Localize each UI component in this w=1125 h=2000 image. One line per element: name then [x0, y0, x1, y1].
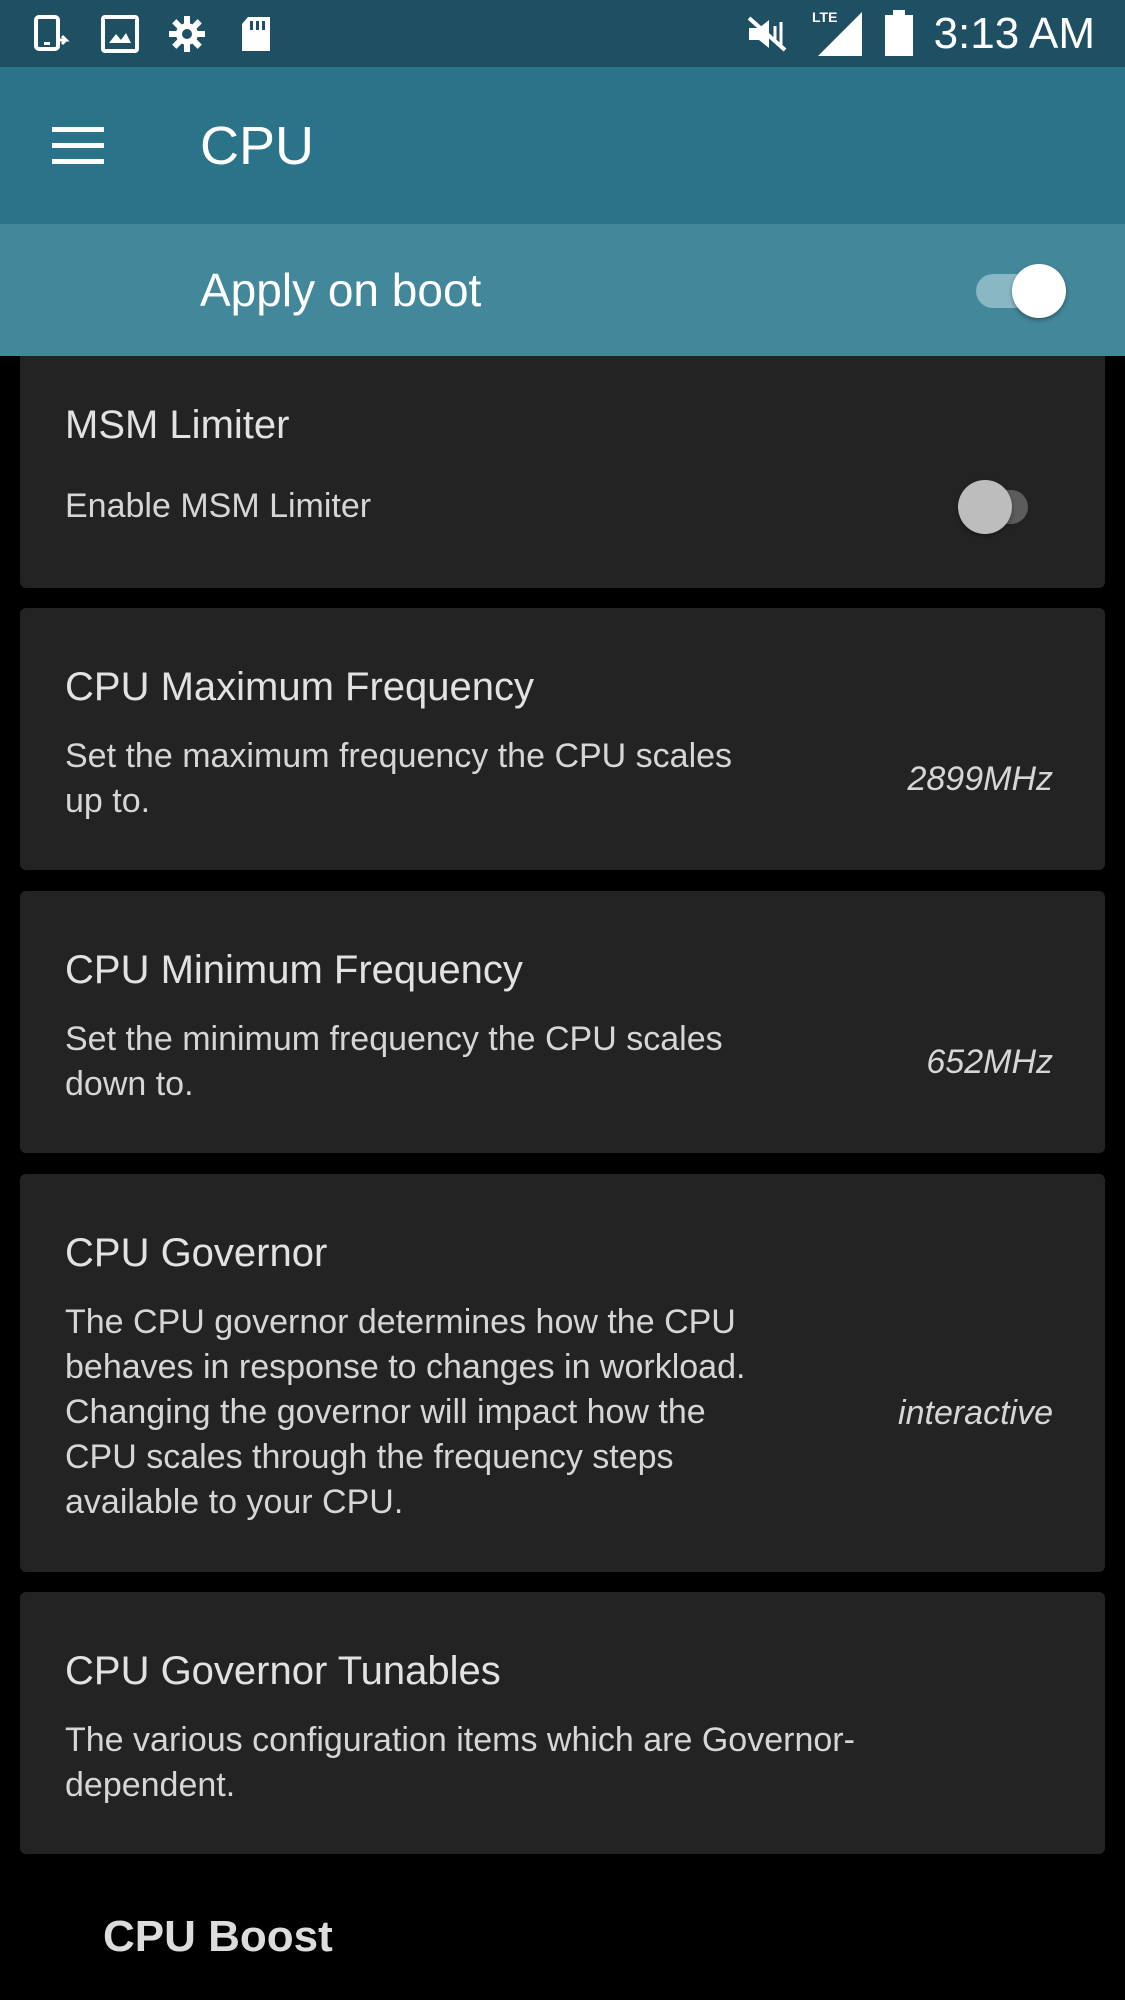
cpu-governor-tunables-title: CPU Governor Tunables — [65, 1649, 501, 1693]
cpu-boost-section-header: CPU Boost — [103, 1912, 333, 1961]
msm-limiter-toggle-label: Enable MSM Limiter — [65, 487, 372, 525]
apply-on-boot-switch[interactable] — [976, 264, 1074, 318]
cpu-min-frequency-card[interactable]: CPU Minimum Frequency Set the minimum fr… — [20, 891, 1105, 1153]
gear-icon — [167, 14, 207, 54]
msm-limiter-title: MSM Limiter — [65, 403, 290, 447]
sd-card-icon — [236, 14, 276, 54]
cpu-max-frequency-description: Set the maximum frequency the CPU scales… — [65, 737, 733, 820]
cpu-max-frequency-card[interactable]: CPU Maximum Frequency Set the maximum fr… — [20, 608, 1105, 870]
mute-vibrate-icon — [745, 14, 789, 54]
hamburger-menu-icon[interactable] — [38, 117, 118, 177]
cpu-min-frequency-description: Set the minimum frequency the CPU scales… — [65, 1020, 723, 1103]
page-title: CPU — [200, 116, 315, 176]
image-icon — [100, 14, 140, 54]
cpu-min-frequency-value: 652MHz — [926, 1043, 1053, 1081]
tablet-rotate-icon — [30, 14, 70, 54]
cpu-governor-value: interactive — [898, 1394, 1053, 1432]
battery-icon — [884, 10, 914, 56]
cpu-governor-tunables-description: The various configuration items which ar… — [65, 1721, 855, 1804]
cpu-governor-card[interactable]: CPU Governor The CPU governor determines… — [20, 1174, 1105, 1572]
msm-limiter-switch[interactable] — [958, 480, 1028, 534]
apply-on-boot-label: Apply on boot — [200, 264, 482, 316]
cpu-governor-title: CPU Governor — [65, 1231, 328, 1275]
status-time: 3:13 AM — [933, 9, 1095, 58]
app-bar: CPU — [0, 67, 1125, 224]
msm-limiter-card: MSM Limiter Enable MSM Limiter — [20, 356, 1105, 588]
cpu-governor-tunables-card[interactable]: CPU Governor Tunables The various config… — [20, 1592, 1105, 1854]
cpu-governor-description: The CPU governor determines how the CPU … — [65, 1303, 746, 1521]
cpu-min-frequency-title: CPU Minimum Frequency — [65, 948, 523, 992]
cpu-max-frequency-title: CPU Maximum Frequency — [65, 665, 535, 709]
svg-text:LTE: LTE — [812, 9, 837, 25]
status-bar: LTE 3:13 AM — [0, 0, 1125, 67]
cpu-max-frequency-value: 2899MHz — [907, 760, 1053, 798]
apply-on-boot-row[interactable]: Apply on boot — [0, 224, 1125, 356]
lte-signal-icon: LTE — [810, 8, 864, 58]
